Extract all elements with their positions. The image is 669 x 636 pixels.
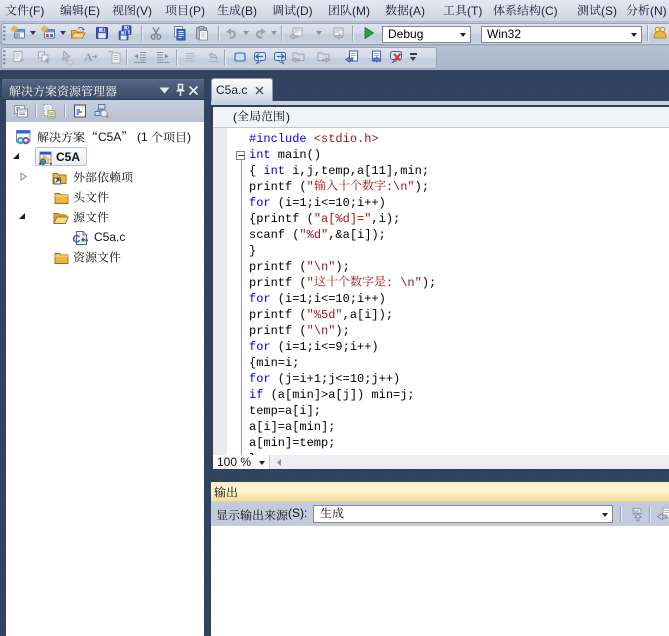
svg-text:C: C: [73, 234, 81, 246]
svg-text:A: A: [84, 50, 93, 64]
